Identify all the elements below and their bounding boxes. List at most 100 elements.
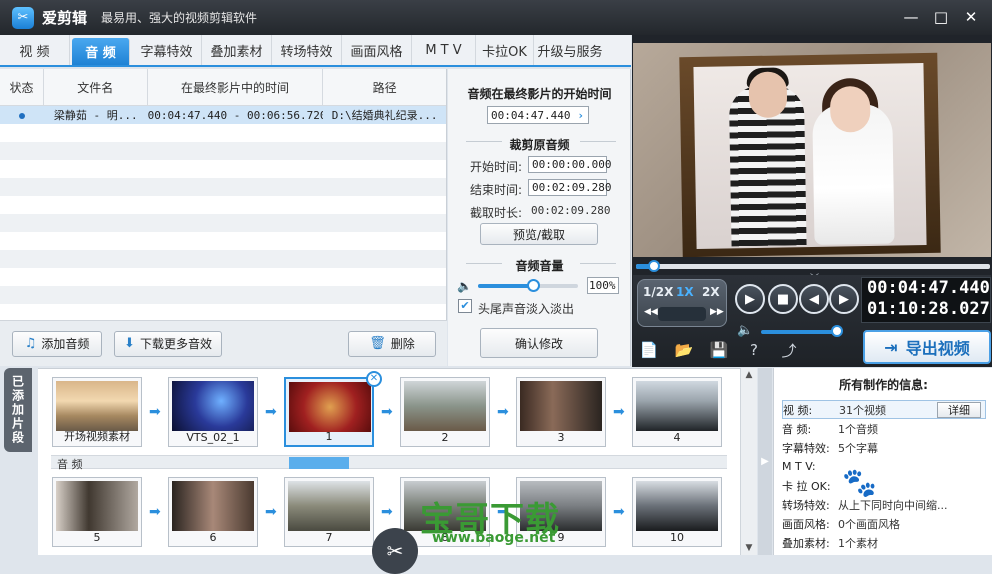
tab-picture-style[interactable]: 画面风格 bbox=[342, 35, 412, 65]
clip-1[interactable]: 1 bbox=[284, 377, 374, 447]
arrow-right-icon: ➡ bbox=[149, 404, 161, 420]
volume-slider-knob[interactable] bbox=[527, 279, 540, 292]
new-project-icon[interactable]: 📄 bbox=[637, 340, 661, 360]
tab-karaoke[interactable]: 卡拉OK bbox=[476, 35, 534, 65]
info-key: 叠加素材: bbox=[782, 536, 830, 550]
remove-clip-icon[interactable]: ✕ bbox=[366, 371, 382, 387]
player-speaker-icon[interactable]: 🔈 bbox=[737, 323, 753, 338]
detail-button[interactable]: 详细 bbox=[937, 402, 981, 418]
download-more-effects-button[interactable]: ⬇ 下载更多音效 bbox=[114, 330, 222, 357]
download-more-label: 下载更多音效 bbox=[139, 337, 212, 351]
clip-5[interactable]: 5 bbox=[52, 477, 142, 547]
clip-6[interactable]: 6 bbox=[168, 477, 258, 547]
start-time-field[interactable]: 00:00:00.000 bbox=[528, 156, 611, 173]
clip-thumbnail bbox=[289, 382, 371, 432]
tab-overlay-material[interactable]: 叠加素材 bbox=[202, 35, 272, 65]
playback-progress[interactable] bbox=[636, 260, 990, 272]
collapse-info-icon[interactable]: ▶ bbox=[758, 368, 772, 555]
row-filename: 梁静茹 - 明... bbox=[53, 109, 138, 122]
confirm-change-button[interactable]: 确认修改 bbox=[480, 328, 598, 358]
speed-2x[interactable]: 2X bbox=[702, 285, 720, 299]
scissor-icon[interactable]: ✂ bbox=[372, 528, 418, 574]
speaker-icon: 🔈 bbox=[457, 279, 472, 293]
share-icon[interactable]: ⤴ bbox=[777, 340, 801, 360]
add-audio-button[interactable]: ♫ 添加音频 bbox=[12, 330, 102, 357]
clip-4[interactable]: 4 bbox=[632, 377, 722, 447]
app-logo-icon: ✂ bbox=[12, 6, 34, 29]
export-video-button[interactable]: ⇥ 导出视频 bbox=[863, 330, 991, 364]
player-volume-slider[interactable] bbox=[761, 330, 837, 334]
preview-trim-button[interactable]: 预览/截取 bbox=[480, 223, 598, 245]
speed-slider[interactable] bbox=[658, 307, 706, 321]
scroll-down-icon[interactable]: ▼ bbox=[741, 541, 757, 555]
site-watermark-url: www.baoge.net bbox=[432, 530, 556, 546]
tab-audio[interactable]: 音 频 bbox=[72, 38, 130, 65]
speed-half[interactable]: 1/2X bbox=[643, 285, 673, 299]
clip-thumbnail bbox=[56, 381, 138, 431]
prev-frame-button[interactable]: ◀ bbox=[799, 284, 829, 314]
clip-label: 10 bbox=[670, 531, 684, 544]
tab-transition-effects[interactable]: 转场特效 bbox=[272, 35, 342, 65]
clip-10[interactable]: 10 bbox=[632, 477, 722, 547]
clip-vts[interactable]: VTS_02_1 bbox=[168, 377, 258, 447]
save-icon[interactable]: 💾 bbox=[707, 340, 731, 360]
table-row[interactable]: 梁静茹 - 明... 00:04:47.440 - 00:06:56.720 D… bbox=[0, 106, 446, 124]
clip-2[interactable]: 2 bbox=[400, 377, 490, 447]
tab-video[interactable]: 视 频 bbox=[0, 35, 70, 65]
start-in-film-field[interactable]: 00:04:47.440 › bbox=[487, 106, 589, 124]
help-icon[interactable]: ? bbox=[742, 340, 766, 360]
row-time: 00:04:47.440 - 00:06:56.720 bbox=[147, 108, 324, 122]
preview-frame-image bbox=[679, 52, 941, 257]
delete-button[interactable]: 🗑 删除 bbox=[348, 330, 436, 357]
col-status[interactable]: 状态 bbox=[0, 69, 44, 105]
timeline-scrollbar[interactable]: ▲ ▼ bbox=[740, 368, 757, 555]
scroll-up-icon[interactable]: ▲ bbox=[741, 368, 757, 382]
volume-slider[interactable] bbox=[478, 279, 578, 292]
clip-7[interactable]: 7 bbox=[284, 477, 374, 547]
clip-3[interactable]: 3 bbox=[516, 377, 606, 447]
chevron-right-icon[interactable]: › bbox=[577, 109, 584, 122]
title-bar: ✂ 爱剪辑 最易用、强大的视频剪辑软件 — □ ✕ bbox=[0, 0, 992, 35]
speed-control[interactable]: 1/2X 1X 2X ◀◀ ▶▶ bbox=[637, 279, 727, 327]
info-key: 转场特效: bbox=[782, 498, 830, 512]
player-panel: ﹀ 1/2X 1X 2X ◀◀ ▶▶ ▶ ■ ◀ ▶ 00:04:47.440 … bbox=[632, 35, 992, 367]
current-time: 00:04:47.440 bbox=[867, 278, 990, 298]
volume-value-field[interactable]: 100% bbox=[587, 277, 619, 294]
speed-1x[interactable]: 1X bbox=[676, 285, 694, 299]
fast-forward-icon[interactable]: ▶▶ bbox=[710, 307, 724, 317]
audio-actions-bar: ♫ 添加音频 ⬇ 下载更多音效 🗑 删除 bbox=[0, 320, 447, 366]
open-folder-icon[interactable]: 📂 bbox=[672, 340, 696, 360]
tab-mtv[interactable]: M T V bbox=[412, 35, 476, 65]
col-path[interactable]: 路径 bbox=[323, 69, 446, 105]
clip-opening[interactable]: 开场视频素材 bbox=[52, 377, 142, 447]
minimize-button[interactable]: — bbox=[898, 6, 924, 28]
trash-icon: 🗑 bbox=[369, 336, 386, 351]
audio-settings-panel: 音频在最终影片的开始时间 00:04:47.440 › 裁剪原音频 开始时间: … bbox=[448, 69, 631, 366]
app-name: 爱剪辑 bbox=[42, 9, 88, 27]
progress-knob[interactable] bbox=[647, 260, 660, 272]
end-time-field[interactable]: 00:02:09.280 bbox=[528, 179, 611, 196]
fade-checkbox[interactable]: ✔ bbox=[458, 299, 472, 313]
maximize-button[interactable]: □ bbox=[928, 6, 954, 28]
tab-subtitle-effects[interactable]: 字幕特效 bbox=[132, 35, 202, 65]
end-time-label: 结束时间: bbox=[470, 183, 523, 197]
download-icon: ⬇ bbox=[124, 336, 135, 351]
stop-button[interactable]: ■ bbox=[768, 284, 798, 314]
added-clips-tab[interactable]: 已添加片段 bbox=[4, 368, 32, 452]
row-path: D:\结婚典礼纪录... bbox=[331, 109, 438, 122]
close-button[interactable]: ✕ bbox=[958, 6, 984, 28]
video-preview bbox=[633, 43, 991, 257]
tab-upgrade-service[interactable]: 升级与服务 bbox=[534, 35, 606, 65]
next-frame-button[interactable]: ▶ bbox=[829, 284, 859, 314]
duration-label: 截取时长: bbox=[470, 206, 523, 220]
export-label: 导出视频 bbox=[905, 339, 970, 358]
play-button[interactable]: ▶ bbox=[735, 284, 765, 314]
fade-label: 头尾声音淡入淡出 bbox=[478, 302, 575, 316]
audio-segment[interactable] bbox=[289, 457, 349, 469]
rewind-icon[interactable]: ◀◀ bbox=[644, 307, 658, 317]
info-value: 1个素材 bbox=[838, 536, 878, 550]
col-filename[interactable]: 文件名 bbox=[44, 69, 148, 105]
info-row-audio: 音 频: 1个音频 bbox=[782, 419, 986, 438]
player-volume-knob[interactable] bbox=[831, 325, 843, 337]
col-time-in-film[interactable]: 在最终影片中的时间 bbox=[148, 69, 324, 105]
